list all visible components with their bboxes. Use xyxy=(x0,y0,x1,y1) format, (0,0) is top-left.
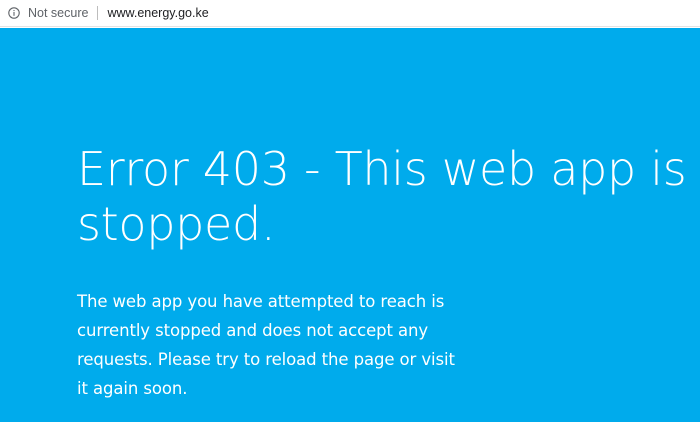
error-message: The web app you have attempted to reach … xyxy=(77,287,507,403)
url-text[interactable]: www.energy.go.ke xyxy=(107,6,208,20)
error-heading-line: Error 403 - This web app is xyxy=(77,142,687,196)
error-heading: Error 403 - This web app is stopped. xyxy=(77,142,700,252)
error-message-line: The web app you have attempted to reach … xyxy=(77,292,445,311)
security-status-label[interactable]: Not secure xyxy=(28,6,88,20)
address-bar[interactable]: Not secure www.energy.go.ke xyxy=(0,0,700,27)
address-bar-divider xyxy=(97,6,99,20)
error-page: Error 403 - This web app is stopped. The… xyxy=(0,28,700,422)
error-message-line: currently stopped and does not accept an… xyxy=(77,321,429,340)
error-heading-line: stopped. xyxy=(77,197,276,251)
info-icon[interactable] xyxy=(8,7,20,19)
error-message-line: requests. Please try to reload the page … xyxy=(77,350,455,369)
error-message-line: it again soon. xyxy=(77,379,188,398)
